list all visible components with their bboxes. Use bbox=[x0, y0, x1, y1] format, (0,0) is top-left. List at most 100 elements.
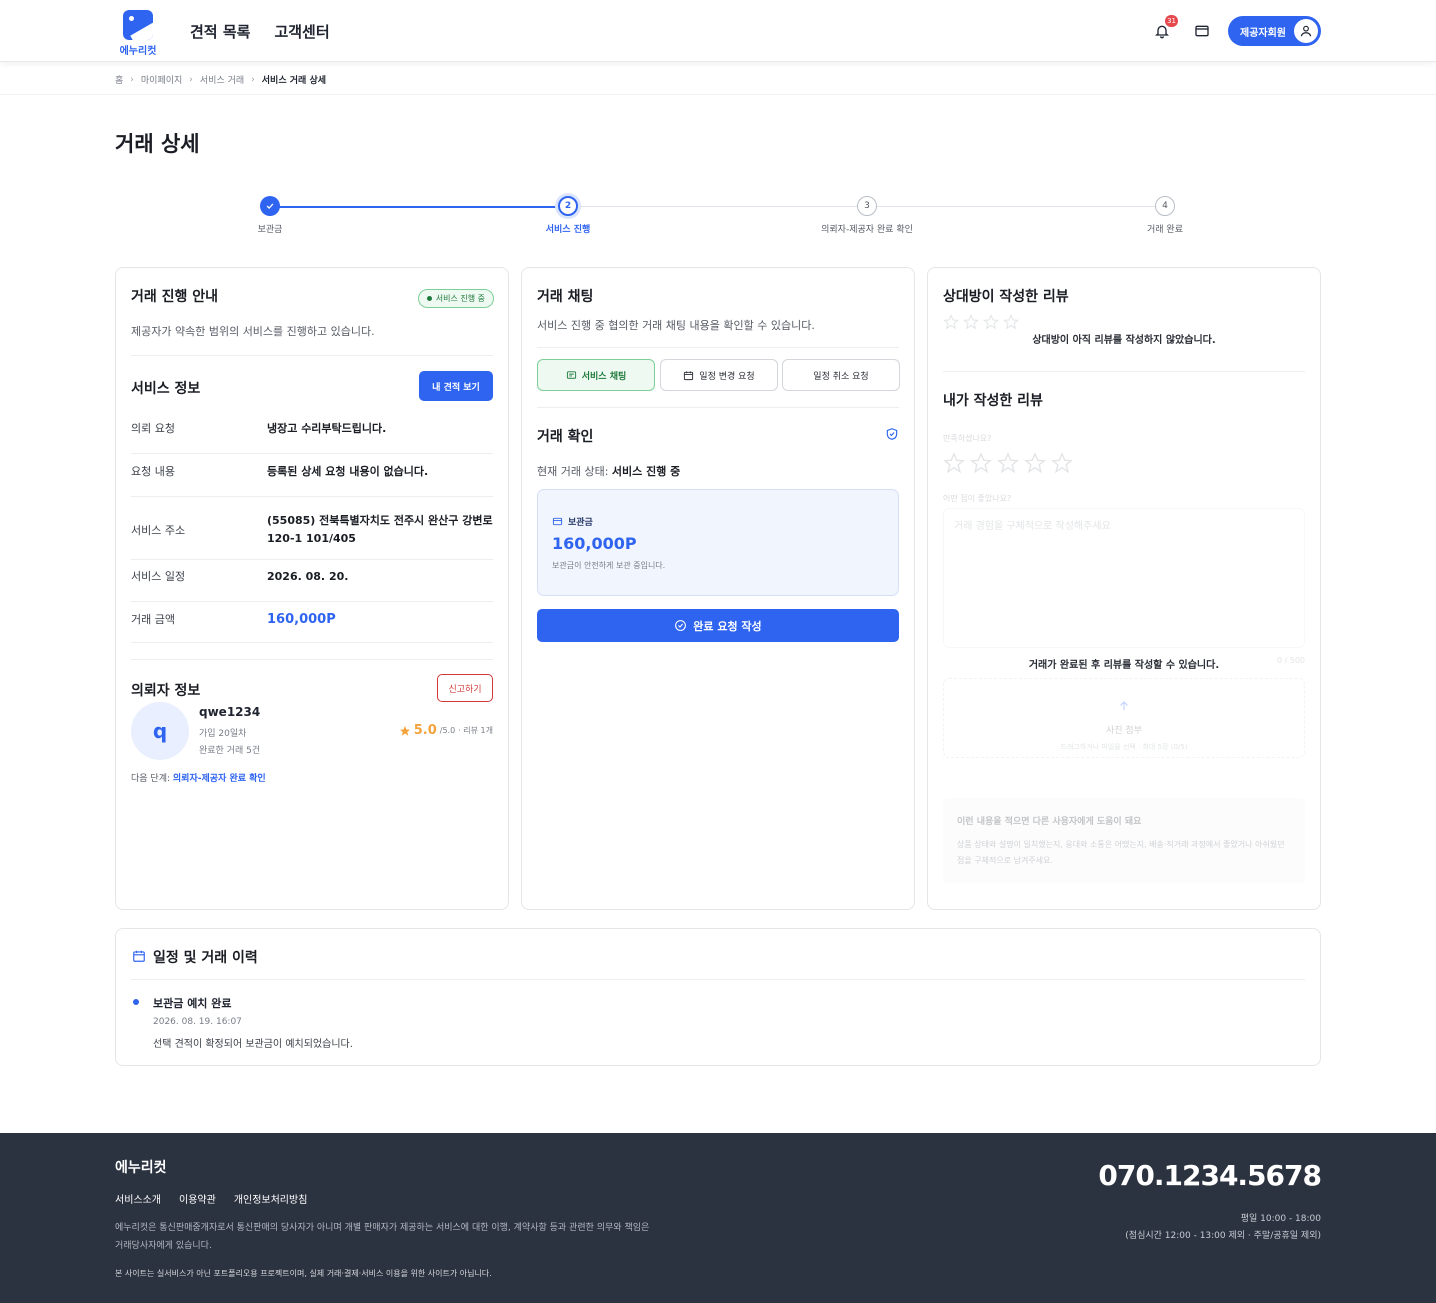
step-2: 2 서비스 진행 bbox=[508, 195, 628, 235]
current-status: 현재 거래 상태: 서비스 진행 중 bbox=[537, 465, 681, 478]
client-joined: 가입 20일차 bbox=[199, 729, 247, 739]
photo-label: 사진 첨부 bbox=[1106, 726, 1142, 736]
site-footer: 에누리컷 서비스소개 이용약관 개인정보처리방침 에누리컷은 통신판매중개자로서… bbox=[0, 1133, 1436, 1303]
footer-phone: 070.1234.5678 bbox=[1098, 1159, 1322, 1192]
star-empty-icon bbox=[970, 452, 992, 474]
check-icon bbox=[260, 196, 280, 216]
escrow-amount: 160,000P bbox=[552, 534, 637, 553]
chat-icon bbox=[566, 370, 576, 379]
logo-text: 에누리컷 bbox=[119, 46, 157, 57]
wallet-button[interactable] bbox=[1188, 17, 1216, 45]
review-textarea[interactable]: 거래 경험을 구체적으로 작성해주세요 bbox=[943, 508, 1305, 648]
breadcrumb-home[interactable]: 홈 bbox=[115, 73, 123, 86]
client-completed: 완료한 거래 5건 bbox=[199, 746, 261, 756]
breadcrumb-service-deals[interactable]: 서비스 거래 bbox=[200, 73, 244, 86]
timeline-item-title: 보관금 예치 완료 bbox=[153, 997, 232, 1010]
review-card: 상대방이 작성한 리뷰 상대방이 아직 리뷰를 작성하지 않았습니다. 내가 작… bbox=[927, 267, 1321, 910]
info-row-address: 서비스 주소 (55085) 전북특별자치도 전주시 완산구 강변로 120-1 … bbox=[131, 506, 493, 560]
footer-links: 서비스소개 이용약관 개인정보처리방침 bbox=[115, 1191, 307, 1206]
star-empty-icon bbox=[1024, 452, 1046, 474]
tips-body: 상품 상태와 설명이 일치했는지, 응대와 소통은 어땠는지, 배송·직거래 과… bbox=[957, 840, 1285, 865]
view-my-quote-button[interactable]: 내 견적 보기 bbox=[419, 371, 493, 401]
breadcrumb-current: 서비스 거래 상세 bbox=[261, 76, 327, 86]
footer-portfolio-notice: 본 사이트는 실서비스가 아닌 포트폴리오용 프로젝트이며, 실제 거래·결제·… bbox=[115, 1269, 492, 1278]
footer-link-privacy[interactable]: 개인정보처리방침 bbox=[234, 1191, 308, 1206]
good-points-question: 어떤 점이 좋았나요? bbox=[943, 494, 1012, 503]
client-username: qwe1234 bbox=[199, 705, 261, 719]
guide-title: 거래 진행 안내 bbox=[131, 289, 219, 305]
calendar-icon bbox=[133, 950, 145, 962]
shield-icon bbox=[886, 428, 898, 440]
satisfaction-question: 만족하셨나요? bbox=[943, 434, 992, 443]
schedule-change-tab[interactable]: 일정 변경 요청 bbox=[660, 359, 778, 391]
my-review-title: 내가 작성한 리뷰 bbox=[943, 393, 1043, 409]
chat-title: 거래 채팅 bbox=[537, 289, 594, 305]
photo-dropzone[interactable]: 사진 첨부 드래그하거나 파일을 선택 · 최대 5장 (0/5) bbox=[943, 678, 1305, 758]
escrow-icon bbox=[552, 517, 563, 526]
nav-customer-center[interactable]: 고객센터 bbox=[274, 21, 329, 42]
footer-logo: 에누리컷 bbox=[115, 1160, 167, 1176]
step-1: 보관금 bbox=[210, 195, 330, 235]
member-menu-button[interactable]: 제공자회원 bbox=[1228, 16, 1321, 46]
progress-stepper: 보관금 2 서비스 진행 3 의뢰자-제공자 완료 확인 4 거래 완료 bbox=[115, 195, 1321, 245]
notification-button[interactable]: 31 bbox=[1148, 15, 1178, 45]
avatar: q bbox=[131, 702, 189, 760]
footer-hours: 평일 10:00 - 18:00 bbox=[1240, 1214, 1321, 1224]
star-empty-icon bbox=[997, 452, 1019, 474]
review-tips: 이런 내용을 적으면 다른 사용자에게 도움이 돼요 상품 상태와 설명이 일치… bbox=[943, 798, 1305, 883]
user-icon bbox=[1294, 19, 1318, 43]
deal-guide-card: 거래 진행 안내 서비스 진행 중 제공자가 약속한 범위의 서비스를 진행하고… bbox=[115, 267, 509, 910]
photo-hint: 드래그하거나 파일을 선택 · 최대 5장 (0/5) bbox=[1060, 743, 1188, 751]
step-4: 4 거래 완료 bbox=[1105, 195, 1225, 235]
schedule-cancel-tab[interactable]: 일정 취소 요청 bbox=[782, 359, 900, 391]
upload-icon bbox=[1120, 701, 1128, 711]
notification-badge: 31 bbox=[1165, 15, 1178, 27]
tips-title: 이런 내용을 적으면 다른 사용자에게 도움이 돼요 bbox=[957, 817, 1142, 827]
calendar-icon bbox=[684, 370, 694, 380]
history-title: 일정 및 거래 이력 bbox=[153, 950, 258, 966]
footer-link-terms[interactable]: 이용약관 bbox=[179, 1191, 216, 1206]
chat-desc: 서비스 진행 중 협의한 거래 채팅 내용을 확인할 수 있습니다. bbox=[537, 319, 815, 332]
other-review-empty: 상대방이 아직 리뷰를 작성하지 않았습니다. bbox=[1032, 335, 1216, 346]
service-chat-tab[interactable]: 서비스 채팅 bbox=[537, 359, 655, 391]
client-rating: 5.0 /5.0 · 리뷰 1개 bbox=[399, 723, 493, 738]
footer-disclaimer: 에누리컷은 통신판매중개자로서 통신판매의 당사자가 아니며 개별 판매자가 제… bbox=[115, 1223, 650, 1251]
check-circle-icon bbox=[675, 620, 687, 631]
escrow-note: 보관금이 안전하게 보관 중입니다. bbox=[552, 561, 666, 570]
guide-desc: 제공자가 약속한 범위의 서비스를 진행하고 있습니다. bbox=[131, 325, 375, 338]
footer-link-about[interactable]: 서비스소개 bbox=[115, 1191, 161, 1206]
info-row-schedule: 서비스 일정 2026. 08. 20. bbox=[131, 568, 493, 602]
footer-hours-note: (점심시간 12:00 - 13:00 제외 · 주말/공휴일 제외) bbox=[1125, 1231, 1321, 1241]
nav-quote-list[interactable]: 견적 목록 bbox=[190, 21, 250, 42]
star-empty-icon bbox=[943, 452, 965, 474]
wallet-icon bbox=[1195, 25, 1209, 37]
member-label: 제공자회원 bbox=[1240, 27, 1286, 39]
header-actions: 31 제공자회원 bbox=[1148, 15, 1321, 46]
history-card: 일정 및 거래 이력 보관금 예치 완료 2026. 08. 19. 16:07… bbox=[115, 928, 1321, 1066]
escrow-label: 보관금 bbox=[552, 515, 593, 528]
timeline-item-desc: 선택 견적이 확정되어 보관금이 예치되었습니다. bbox=[153, 1039, 353, 1050]
breadcrumb-mypage[interactable]: 마이페이지 bbox=[141, 73, 182, 86]
page-title: 거래 상세 bbox=[115, 132, 200, 156]
breadcrumb: 홈 › 마이페이지 › 서비스 거래 › 서비스 거래 상세 bbox=[115, 73, 327, 87]
rating-stars-input bbox=[943, 452, 1073, 474]
logo-icon bbox=[123, 10, 153, 40]
info-row-amount: 거래 금액 160,000P bbox=[131, 611, 493, 643]
next-step: 다음 단계: 의뢰자-제공자 완료 확인 bbox=[131, 774, 266, 784]
step-3: 3 의뢰자-제공자 완료 확인 bbox=[807, 195, 927, 235]
star-empty-icon bbox=[1051, 452, 1073, 474]
service-info-title: 서비스 정보 bbox=[131, 381, 201, 397]
chat-card: 거래 채팅 서비스 진행 중 협의한 거래 채팅 내용을 확인할 수 있습니다.… bbox=[521, 267, 915, 910]
info-row-request: 의뢰 요청 냉장고 수리부탁드립니다. bbox=[131, 420, 493, 454]
confirm-title: 거래 확인 bbox=[537, 429, 594, 445]
other-review-title: 상대방이 작성한 리뷰 bbox=[943, 289, 1069, 305]
top-header: 에누리컷 견적 목록 고객센터 31 제공자회원 bbox=[0, 0, 1436, 62]
complete-request-button[interactable]: 완료 요청 작성 bbox=[537, 609, 899, 642]
escrow-box: 보관금 160,000P 보관금이 안전하게 보관 중입니다. bbox=[537, 489, 899, 596]
report-button[interactable]: 신고하기 bbox=[437, 674, 493, 702]
timeline-dot bbox=[133, 999, 139, 1005]
star-icon bbox=[399, 725, 410, 736]
main-nav: 견적 목록 고객센터 bbox=[190, 21, 330, 42]
client-info-title: 의뢰자 정보 bbox=[131, 683, 201, 699]
logo[interactable]: 에누리컷 bbox=[115, 10, 161, 57]
